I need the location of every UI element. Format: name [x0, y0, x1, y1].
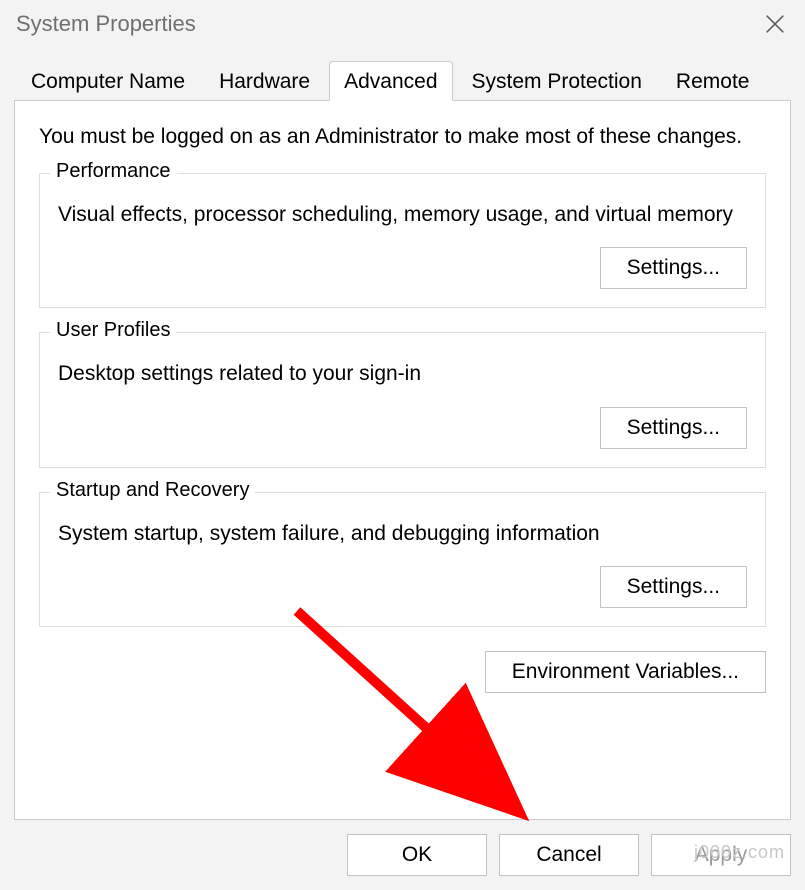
tab-system-protection[interactable]: System Protection	[457, 61, 657, 101]
environment-variables-button[interactable]: Environment Variables...	[485, 651, 766, 693]
group-user-profiles-legend: User Profiles	[50, 319, 176, 342]
window-title: System Properties	[16, 11, 196, 37]
apply-button[interactable]: Apply	[651, 834, 791, 876]
close-icon	[766, 15, 784, 33]
annotation-arrow	[287, 601, 547, 831]
system-properties-window: System Properties Computer Name Hardware…	[0, 0, 805, 883]
close-button[interactable]	[745, 0, 805, 48]
tab-hardware[interactable]: Hardware	[204, 61, 325, 101]
titlebar: System Properties	[0, 0, 805, 48]
group-performance-desc: Visual effects, processor scheduling, me…	[58, 200, 747, 229]
performance-settings-button[interactable]: Settings...	[600, 247, 747, 289]
group-user-profiles: User Profiles Desktop settings related t…	[39, 332, 766, 467]
group-performance: Performance Visual effects, processor sc…	[39, 173, 766, 308]
content-area: Computer Name Hardware Advanced System P…	[0, 48, 805, 820]
tab-computer-name[interactable]: Computer Name	[16, 61, 200, 101]
ok-button[interactable]: OK	[347, 834, 487, 876]
group-performance-legend: Performance	[50, 160, 177, 183]
admin-notice: You must be logged on as an Administrato…	[39, 125, 766, 149]
dialog-footer: OK Cancel Apply	[0, 820, 805, 890]
group-startup-recovery-desc: System startup, system failure, and debu…	[58, 519, 747, 548]
tab-remote[interactable]: Remote	[661, 61, 765, 101]
tab-panel-advanced: You must be logged on as an Administrato…	[14, 100, 791, 820]
startup-recovery-settings-button[interactable]: Settings...	[600, 566, 747, 608]
cancel-button[interactable]: Cancel	[499, 834, 639, 876]
group-user-profiles-desc: Desktop settings related to your sign-in	[58, 359, 747, 388]
group-startup-recovery-legend: Startup and Recovery	[50, 479, 255, 502]
tab-advanced[interactable]: Advanced	[329, 61, 452, 101]
group-startup-recovery: Startup and Recovery System startup, sys…	[39, 492, 766, 627]
env-vars-row: Environment Variables...	[39, 651, 766, 693]
user-profiles-settings-button[interactable]: Settings...	[600, 407, 747, 449]
tab-strip: Computer Name Hardware Advanced System P…	[14, 61, 791, 101]
